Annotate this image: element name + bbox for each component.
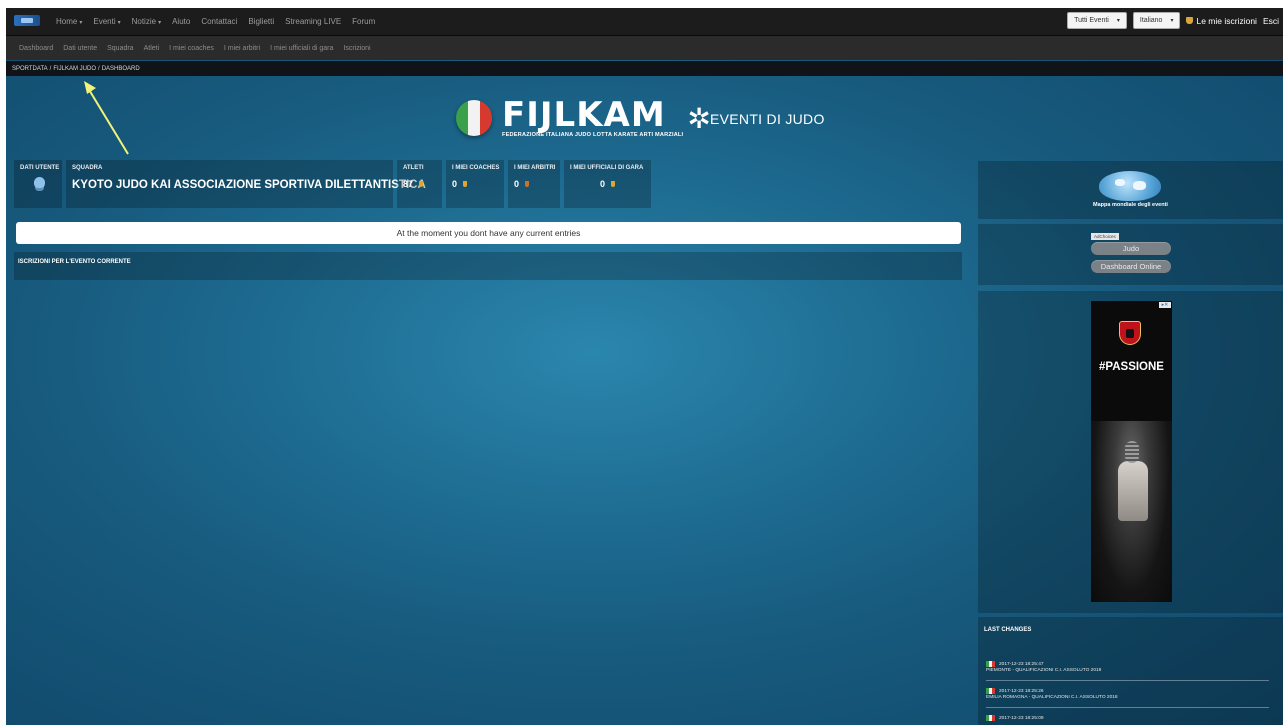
adchoices-label[interactable]: AdChoices [1091, 233, 1119, 240]
nav-home[interactable]: Home ▾ [56, 17, 82, 26]
caret-down-icon: ▾ [79, 20, 83, 26]
fijlkam-subtitle: FEDERAZIONE ITALIANA JUDO LOTTA KARATE A… [502, 132, 684, 138]
referees-count: 0 [514, 179, 520, 189]
world-map-caption[interactable]: Mappa mondiale degli eventi [978, 202, 1283, 208]
nav-aiuto[interactable]: Aiuto [172, 17, 190, 26]
nav-forum[interactable]: Forum [352, 17, 375, 26]
team-name: KYOTO JUDO KAI ASSOCIAZIONE SPORTIVA DIL… [72, 179, 426, 191]
quick-links-panel: AdChoices Judo Dashboard Online [978, 224, 1283, 285]
change-item[interactable]: 2017-12-23 18:25:26 EMILIA ROMAGNA - QUA… [986, 688, 1271, 700]
breadcrumb-sportdata[interactable]: SPORTDATA [12, 66, 48, 72]
change-item[interactable]: 2017-12-23 18:25:09 [986, 715, 1271, 721]
breadcrumb-fijlkam[interactable]: FIJLKAM JUDO [53, 66, 96, 72]
main-menu: Home ▾ Eventi ▾ Notizie ▾ Aiuto Contattaci … [56, 8, 375, 35]
nav-eventi[interactable]: Eventi ▾ [93, 17, 120, 26]
language-select[interactable]: Italiano ▾ [1132, 12, 1181, 29]
breadcrumb-separator: / [49, 65, 52, 72]
officials-box[interactable]: I MIEI UFFICIALI DI GARA 0 [564, 160, 651, 208]
events-select[interactable]: Tutti Eventi ▾ [1067, 12, 1127, 29]
event-title: EVENTI DI JUDO [710, 111, 825, 127]
microphone-icon [1125, 441, 1139, 463]
fijlkam-emblem-icon: ✲ [687, 102, 711, 134]
globe-icon[interactable] [1099, 171, 1161, 201]
italian-flag-icon [986, 688, 995, 694]
trophy-icon [1186, 17, 1194, 24]
top-navbar: Home ▾ Eventi ▾ Notizie ▾ Aiuto Contattaci … [6, 8, 1283, 36]
fijlkam-logo-text: FIJLKAM [502, 95, 666, 135]
medal-icon [525, 181, 530, 187]
world-map-panel[interactable]: Mappa mondiale degli eventi [978, 161, 1283, 219]
logout-link[interactable]: Esci [1263, 16, 1279, 26]
divider [986, 707, 1269, 708]
divider [986, 680, 1269, 681]
subnav-dashboard[interactable]: Dashboard [19, 45, 53, 52]
subnav-entries[interactable]: Iscrizioni [343, 45, 370, 52]
coaches-count: 0 [452, 179, 458, 189]
italian-flag-icon [986, 715, 995, 721]
caret-down-icon: ▾ [1116, 18, 1120, 24]
medal-icon [463, 181, 468, 187]
subnav-team[interactable]: Squadra [107, 45, 133, 52]
italian-flag-icon [456, 100, 492, 136]
navbar-right: Tutti Eventi ▾ Italiano ▾ Le mie iscrizion… [1067, 12, 1279, 29]
change-item[interactable]: 2017-12-23 18:25:47 PIEMONTE - QUALIFICA… [986, 661, 1271, 673]
breadcrumb-dashboard: DASHBOARD [101, 65, 140, 72]
fijlkam-brand: FIJLKAM FEDERAZIONE ITALIANA JUDO LOTTA … [456, 88, 711, 148]
breadcrumb-separator: / [98, 65, 100, 72]
officials-count: 0 [599, 179, 605, 189]
judo-button[interactable]: Judo [1091, 242, 1171, 255]
dashboard-online-button[interactable]: Dashboard Online [1091, 260, 1171, 273]
user-icon [34, 177, 45, 188]
subnav-referees[interactable]: I miei arbitri [224, 45, 260, 52]
hand-icon [1118, 461, 1148, 521]
no-entries-message: At the moment you dont have any current … [16, 222, 961, 244]
caret-down-icon: ▾ [158, 20, 162, 26]
abarth-logo-icon [1119, 321, 1141, 345]
caret-down-icon: ▾ [117, 20, 121, 26]
athletes-box[interactable]: ATLETI 87 [397, 160, 442, 208]
last-changes-title: LAST CHANGES [984, 627, 1032, 633]
medal-icon [419, 181, 424, 187]
subnav-officials[interactable]: I miei ufficiali di gara [270, 45, 333, 52]
subnav-athletes[interactable]: Atleti [144, 45, 160, 52]
ad-panel: ▸✕ #PASSIONE [978, 291, 1283, 613]
current-event-entries-section: ISCRIZIONI PER L'EVENTO CORRENTE [14, 252, 962, 280]
nav-notizie[interactable]: Notizie ▾ [132, 17, 161, 26]
user-data-box[interactable]: DATI UTENTE [14, 160, 62, 208]
subnav-coaches[interactable]: I miei coaches [169, 45, 214, 52]
last-changes-panel: LAST CHANGES 2017-12-23 18:25:47 PIEMONT… [978, 617, 1283, 725]
advertisement[interactable]: ▸✕ #PASSIONE [1091, 301, 1172, 602]
coaches-box[interactable]: I MIEI COACHES 0 [446, 160, 504, 208]
team-box[interactable]: SQUADRA KYOTO JUDO KAI ASSOCIAZIONE SPOR… [66, 160, 426, 208]
athletes-count: 87 [403, 179, 414, 189]
referees-box[interactable]: I MIEI ARBITRI 0 [508, 160, 560, 208]
caret-down-icon: ▾ [1170, 18, 1174, 24]
subnav-user-data[interactable]: Dati utente [63, 45, 97, 52]
nav-contattaci[interactable]: Contattaci [201, 17, 237, 26]
secondary-navbar: Dashboard Dati utente Squadra Atleti I m… [6, 36, 1283, 60]
breadcrumb: SPORTDATA / FIJLKAM JUDO / DASHBOARD [6, 61, 1283, 76]
app-frame: Home ▾ Eventi ▾ Notizie ▾ Aiuto Contattaci … [6, 8, 1283, 725]
medal-icon [611, 181, 615, 187]
my-entries-link[interactable]: Le mie iscrizioni [1186, 16, 1257, 26]
ad-close-icon[interactable]: ▸✕ [1159, 302, 1171, 308]
nav-streaming[interactable]: Streaming LIVE [285, 17, 341, 26]
italian-flag-icon [986, 661, 995, 667]
sportdata-logo[interactable] [14, 15, 40, 26]
nav-biglietti[interactable]: Biglietti [248, 17, 274, 26]
ad-tagline: #PASSIONE [1099, 361, 1164, 373]
annotation-arrow-icon [84, 81, 129, 155]
